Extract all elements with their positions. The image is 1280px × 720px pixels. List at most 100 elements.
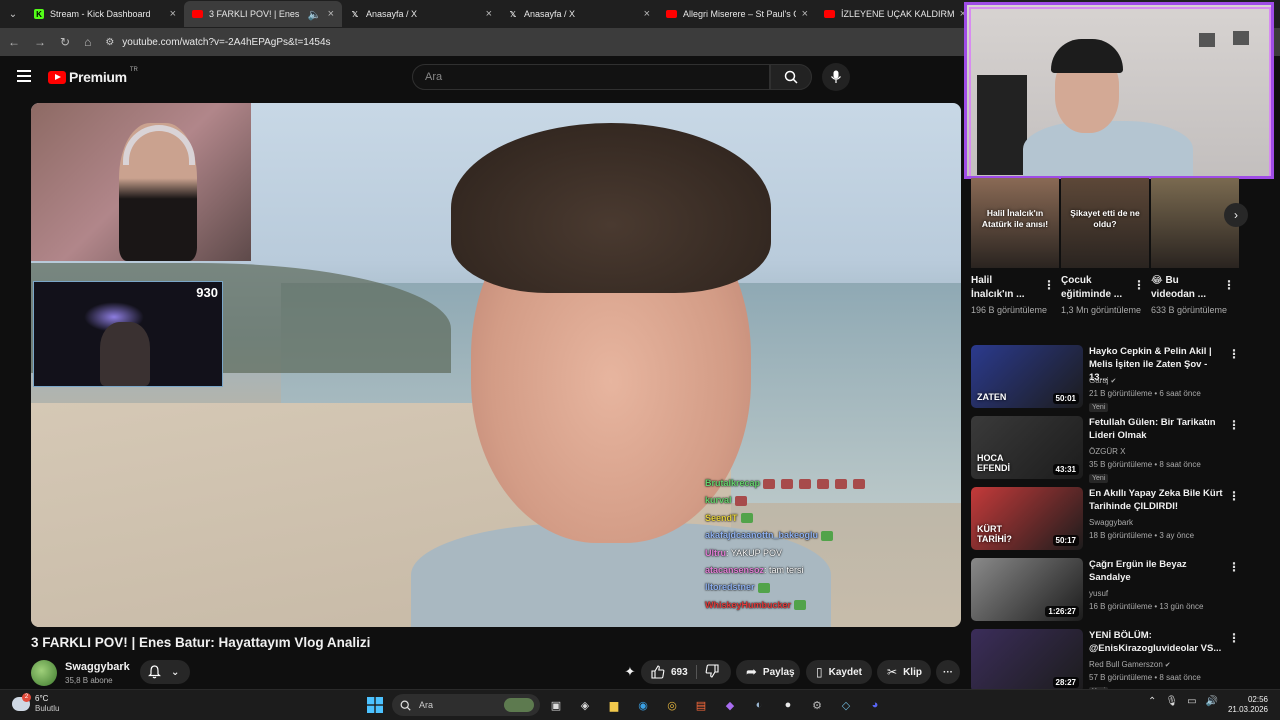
obs-icon[interactable]: ●: [777, 695, 799, 715]
chat-overlay: Brutalkrecap kurval SeendT akafajdcaanottn_…: [705, 475, 868, 614]
video-player[interactable]: 930 Brutalkrecap kurval SeendT akafajdcaano…: [31, 103, 961, 627]
recommended-video-title[interactable]: YENİ BÖLÜM: @EnisKirazogluvideolar VS...: [1089, 629, 1223, 655]
site-info-icon[interactable]: ⚙: [105, 37, 114, 48]
chrome-icon[interactable]: ◎: [661, 695, 683, 715]
app-icon[interactable]: ◇: [835, 695, 857, 715]
store-icon[interactable]: ◈: [574, 695, 596, 715]
obsidian-icon[interactable]: ◆: [719, 695, 741, 715]
close-icon[interactable]: ×: [328, 8, 334, 20]
recommended-channel[interactable]: Red Bull Gamerszon ✔: [1089, 660, 1171, 669]
short-thumbnail[interactable]: Şikayet etti de ne oldu?: [1061, 178, 1149, 268]
like-button[interactable]: 693: [651, 665, 688, 679]
browser-tab[interactable]: İZLEYENE UÇAK KALDIRMAYI Ö×: [816, 1, 974, 27]
taskbar-search[interactable]: Ara: [392, 694, 540, 716]
close-icon[interactable]: ×: [486, 8, 492, 20]
reload-icon[interactable]: ↻: [60, 35, 70, 49]
short-thumbnail[interactable]: [1151, 178, 1239, 268]
notification-bell-button[interactable]: ⌄: [140, 660, 190, 684]
recommended-video[interactable]: ZATEN 50:01 Hayko Cepkin & Pelin Akil | Me…: [971, 345, 1271, 412]
video-thumbnail[interactable]: 1:26:27: [971, 558, 1083, 621]
channel-avatar[interactable]: [31, 660, 57, 686]
recommended-channel[interactable]: yusuf: [1089, 589, 1108, 598]
share-button[interactable]: ➦ Paylaş: [736, 660, 800, 684]
tab-search-button[interactable]: ⌄: [0, 0, 26, 28]
task-view-icon[interactable]: ▣: [545, 695, 567, 715]
speaker-icon[interactable]: 🔈: [308, 8, 322, 21]
short-title[interactable]: 😂 Bu videodan ...: [1151, 274, 1213, 302]
clip-button[interactable]: ✂ Klip: [877, 660, 931, 684]
recommended-video[interactable]: HOCA EFENDİ 43:31 Fetullah Gülen: Bir Tari…: [971, 416, 1271, 483]
recommended-channel[interactable]: Garaj ✔: [1089, 376, 1116, 385]
more-vertical-icon[interactable]: ⋮: [1223, 278, 1235, 292]
more-vertical-icon[interactable]: ⋮: [1228, 418, 1240, 432]
more-vertical-icon[interactable]: ⋮: [1043, 278, 1055, 292]
file-explorer-icon[interactable]: ▆: [603, 695, 625, 715]
more-vertical-icon[interactable]: ⋮: [1228, 347, 1240, 361]
video-thumbnail[interactable]: KÜRT TARİHİ? 50:17: [971, 487, 1083, 550]
close-icon[interactable]: ×: [644, 8, 650, 20]
terminal-icon[interactable]: ▤: [690, 695, 712, 715]
video-thumbnail[interactable]: HOCA EFENDİ 43:31: [971, 416, 1083, 479]
new-badge: Yeni: [1089, 474, 1109, 483]
chevron-up-icon[interactable]: ⌃: [1148, 696, 1156, 707]
shorts-next-button[interactable]: ›: [1224, 203, 1248, 227]
voice-search-button[interactable]: [822, 63, 850, 91]
chat-emote-icon: [799, 478, 812, 489]
forward-icon[interactable]: →: [34, 35, 46, 49]
bell-icon: [148, 665, 161, 679]
recommended-video[interactable]: 28:27 YENİ BÖLÜM: @EnisKirazogluvideolar …: [971, 629, 1271, 696]
more-vertical-icon[interactable]: ⋮: [1133, 278, 1145, 292]
search-input[interactable]: Ara: [412, 64, 770, 90]
steam-icon[interactable]: ◐: [748, 695, 770, 715]
chat-username: Brutalkrecap: [705, 478, 761, 488]
short-thumbnail[interactable]: Halil İnalcık'ın Atatürk ile anısı!: [971, 178, 1059, 268]
chat-emote-icon: [781, 478, 794, 489]
close-icon[interactable]: ×: [802, 8, 808, 20]
more-vertical-icon[interactable]: ⋮: [1228, 631, 1240, 645]
microphone-tray-icon[interactable]: 🎙: [1165, 696, 1178, 707]
taskbar-clock[interactable]: 02:56 21.03.2026: [1224, 695, 1268, 715]
back-icon[interactable]: ←: [8, 35, 20, 49]
tab-title: Anasayfa / X: [524, 9, 576, 19]
browser-tab[interactable]: Allegri Miserere – St Paul's Cath ×: [658, 1, 816, 27]
recommended-video[interactable]: 1:26:27 Çağrı Ergün ile Beyaz Sandalye yus…: [971, 558, 1271, 622]
browser-tab[interactable]: 𝕏 Anasayfa / X ×: [342, 1, 500, 27]
super-thanks-button[interactable]: ✦: [618, 660, 642, 684]
dislike-button[interactable]: [705, 663, 719, 681]
clock-date: 21.03.2026: [1227, 705, 1268, 714]
weather-temp: 6°C: [35, 694, 49, 703]
channel-name[interactable]: Swaggybark: [65, 661, 130, 673]
youtube-logo[interactable]: Premium TR: [48, 67, 138, 85]
recommended-video-title[interactable]: Çağrı Ergün ile Beyaz Sandalye: [1089, 558, 1223, 584]
video-thumbnail[interactable]: ZATEN 50:01: [971, 345, 1083, 408]
settings-icon[interactable]: ⚙: [806, 695, 828, 715]
recommended-video-title[interactable]: En Akıllı Yapay Zeka Bile Kürt Tarihinde…: [1089, 487, 1223, 513]
recommended-channel[interactable]: ÖZGÜR X: [1089, 447, 1125, 456]
recommended-channel[interactable]: Swaggybark: [1089, 518, 1133, 527]
recommended-video[interactable]: KÜRT TARİHİ? 50:17 En Akıllı Yapay Zeka Bi…: [971, 487, 1271, 551]
discord-icon[interactable]: ◕: [864, 695, 886, 715]
more-actions-button[interactable]: ···: [936, 660, 960, 684]
close-icon[interactable]: ×: [170, 8, 176, 20]
menu-icon[interactable]: [17, 70, 31, 82]
home-icon[interactable]: ⌂: [84, 35, 91, 49]
search-button[interactable]: [770, 64, 812, 90]
browser-tab[interactable]: K Stream - Kick Dashboard ×: [26, 1, 184, 27]
browser-tab[interactable]: 3 FARKLI POV! | Enes Batur 🔈 ×: [184, 1, 342, 27]
recommended-video-title[interactable]: Fetullah Gülen: Bir Tarikatın Lideri Olm…: [1089, 416, 1223, 442]
weather-widget[interactable]: 2 6°C Bulutlu: [12, 693, 59, 714]
more-vertical-icon[interactable]: ⋮: [1228, 560, 1240, 574]
microphone-icon: [831, 70, 841, 83]
edge-icon[interactable]: ◉: [632, 695, 654, 715]
address-bar[interactable]: ⚙ youtube.com/watch?v=-2A4hEPAgPs&t=1454…: [105, 37, 330, 48]
display-icon[interactable]: ▭: [1187, 696, 1196, 707]
recommended-channel-name: Swaggybark: [1089, 518, 1134, 527]
short-title[interactable]: Halil İnalcık'ın ...: [971, 274, 1033, 302]
short-title[interactable]: Çocuk eğitiminde ...: [1061, 274, 1123, 302]
browser-tab[interactable]: 𝕏 Anasayfa / X ×: [500, 1, 658, 27]
speaker-icon[interactable]: 🔊: [1206, 696, 1218, 707]
start-button[interactable]: [364, 695, 386, 715]
more-vertical-icon[interactable]: ⋮: [1228, 489, 1240, 503]
video-thumbnail[interactable]: 28:27: [971, 629, 1083, 692]
save-button[interactable]: ▯ Kaydet: [806, 660, 872, 684]
